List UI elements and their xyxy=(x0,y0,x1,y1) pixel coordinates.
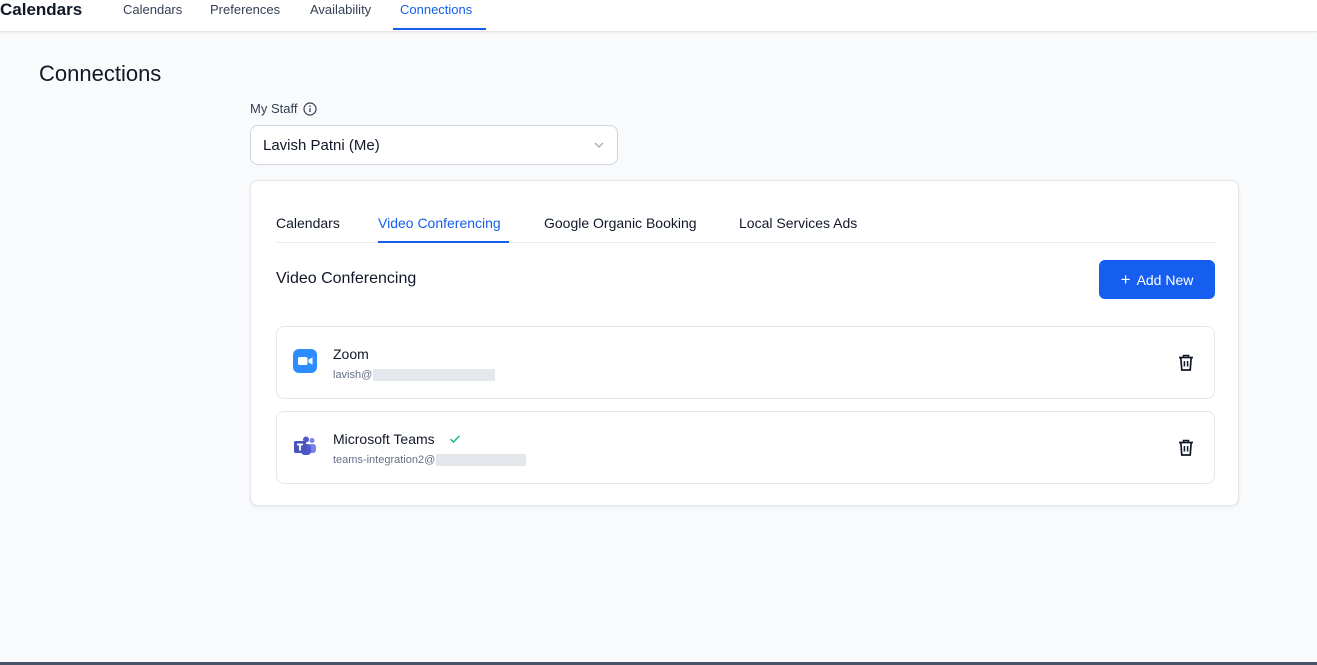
trash-icon[interactable] xyxy=(1177,438,1195,458)
connection-item-microsoft-teams: Microsoft Teams teams-integration2@ xyxy=(276,411,1215,484)
connection-email: lavish@ xyxy=(333,369,496,381)
top-navigation: Calendars Calendars Preferences Availabi… xyxy=(0,0,1317,32)
section-title: Video Conferencing xyxy=(276,270,417,287)
connection-tabs: Calendars Video Conferencing Google Orga… xyxy=(276,181,1215,243)
connection-email-text: teams-integration2@ xyxy=(333,454,436,466)
redacted-block xyxy=(373,369,496,381)
nav-link-preferences[interactable]: Preferences xyxy=(210,2,280,17)
staff-select-value: Lavish Patni (Me) xyxy=(263,136,380,154)
info-icon[interactable] xyxy=(303,101,318,116)
connection-name-text: Zoom xyxy=(333,346,369,362)
page-title: Connections xyxy=(39,61,162,86)
connection-name: Microsoft Teams xyxy=(333,431,461,447)
tab-video-conferencing[interactable]: Video Conferencing xyxy=(378,215,501,231)
tab-google-organic-booking[interactable]: Google Organic Booking xyxy=(544,215,697,231)
redacted-block xyxy=(436,454,527,466)
connection-email-text: lavish@ xyxy=(333,369,373,381)
check-icon xyxy=(449,435,460,443)
nav-active-indicator xyxy=(393,28,486,30)
nav-link-calendars[interactable]: Calendars xyxy=(123,2,182,17)
plus-icon: + xyxy=(1120,270,1131,289)
connection-name-text: Microsoft Teams xyxy=(333,431,435,447)
connections-card: Calendars Video Conferencing Google Orga… xyxy=(250,180,1239,506)
chevron-down-icon xyxy=(594,142,604,148)
add-new-button[interactable]: + Add New xyxy=(1099,260,1215,299)
nav-link-availability[interactable]: Availability xyxy=(310,2,371,17)
nav-link-connections[interactable]: Connections xyxy=(400,2,472,17)
trash-icon[interactable] xyxy=(1177,353,1195,373)
staff-select[interactable]: Lavish Patni (Me) xyxy=(250,125,618,165)
tab-local-services-ads[interactable]: Local Services Ads xyxy=(739,215,857,231)
tab-active-indicator xyxy=(378,241,509,243)
connection-email: teams-integration2@ xyxy=(333,454,527,466)
microsoft-teams-icon xyxy=(294,436,316,455)
connection-item-zoom: Zoom lavish@ xyxy=(276,326,1215,399)
zoom-icon xyxy=(293,349,317,373)
staff-label: My Staff xyxy=(250,101,318,116)
app-title: Calendars xyxy=(0,0,83,19)
tab-calendars[interactable]: Calendars xyxy=(276,215,340,231)
connection-name: Zoom xyxy=(333,346,369,362)
add-new-label: Add New xyxy=(1136,271,1194,288)
staff-label-text: My Staff xyxy=(250,101,298,116)
